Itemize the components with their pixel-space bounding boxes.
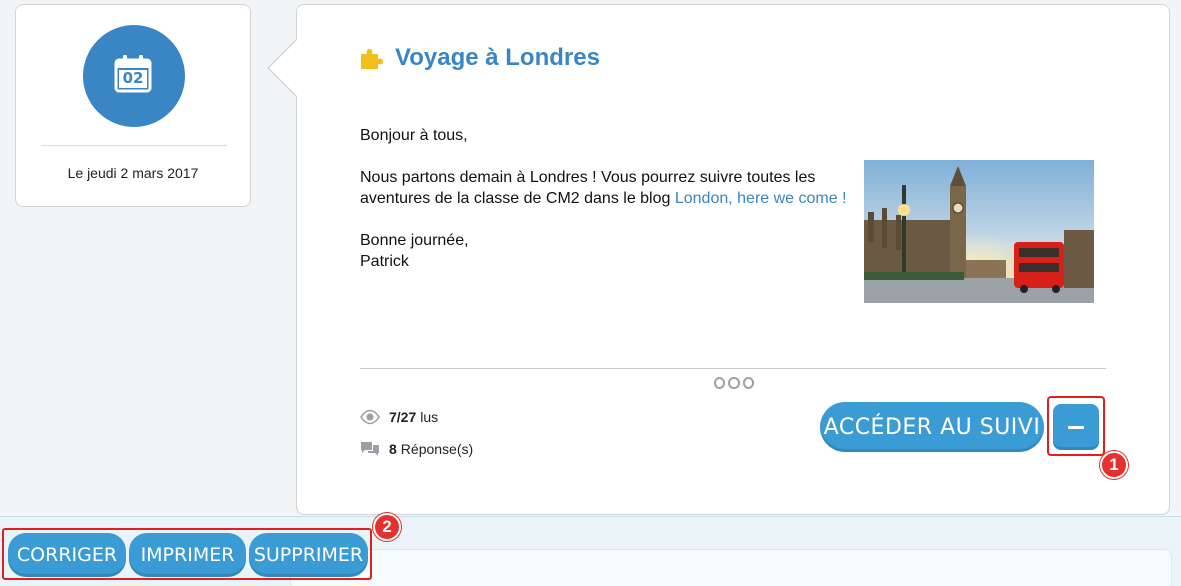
collapse-highlight <box>1047 396 1105 456</box>
next-card-edge <box>290 549 1172 586</box>
reply-stat: 8 Réponse(s) <box>360 441 473 457</box>
calendar-day: 02 <box>122 69 144 87</box>
access-tracking-button[interactable]: ACCÉDER AU SUIVI <box>820 402 1044 452</box>
correct-button[interactable]: CORRIGER <box>8 533 126 577</box>
blog-link[interactable]: London, here we come ! <box>675 190 847 207</box>
puzzle-icon <box>361 49 383 69</box>
more-options-icon[interactable] <box>714 377 754 391</box>
london-photo-art <box>864 160 1094 303</box>
annotation-badge-2: 2 <box>373 513 401 541</box>
read-count: 7/27 <box>389 409 417 425</box>
post-body: Bonjour à tous, Nous partons demain à Lo… <box>360 125 850 293</box>
page: 02 Le jeudi 2 mars 2017 Voyage à Londres… <box>0 0 1181 586</box>
annotation-badge-1: 1 <box>1100 451 1128 479</box>
closing: Bonne journée, <box>360 232 469 249</box>
reply-count: 8 <box>389 441 397 457</box>
date-card: 02 Le jeudi 2 mars 2017 <box>15 4 251 207</box>
divider <box>360 368 1106 369</box>
comments-icon <box>361 442 379 456</box>
post-title[interactable]: Voyage à Londres <box>395 44 600 72</box>
london-photo <box>864 160 1094 303</box>
date-circle: 02 <box>83 25 185 127</box>
reply-label: Réponse(s) <box>400 441 474 457</box>
post-card: Voyage à Londres Bonjour à tous, Nous pa… <box>267 4 1170 515</box>
read-label: lus <box>420 409 439 425</box>
post-date: Le jeudi 2 mars 2017 <box>67 165 199 181</box>
read-stat: 7/27 lus <box>360 409 438 425</box>
post-paragraph: Nous partons demain à Londres ! Vous pou… <box>360 167 850 209</box>
divider <box>41 145 227 146</box>
eye-icon <box>360 409 380 425</box>
dot <box>714 377 726 389</box>
post-header: Voyage à Londres <box>359 43 600 73</box>
card-pointer-fill <box>269 39 298 97</box>
signature: Patrick <box>360 253 409 270</box>
action-buttons-highlight: CORRIGER IMPRIMER SUPPRIMER <box>2 528 372 580</box>
dot <box>742 377 754 389</box>
dot <box>728 377 740 389</box>
collapse-button[interactable] <box>1053 404 1099 450</box>
minus-icon <box>1068 425 1084 429</box>
print-button[interactable]: IMPRIMER <box>129 533 246 577</box>
delete-button[interactable]: SUPPRIMER <box>249 533 368 577</box>
greeting: Bonjour à tous, <box>360 127 468 144</box>
